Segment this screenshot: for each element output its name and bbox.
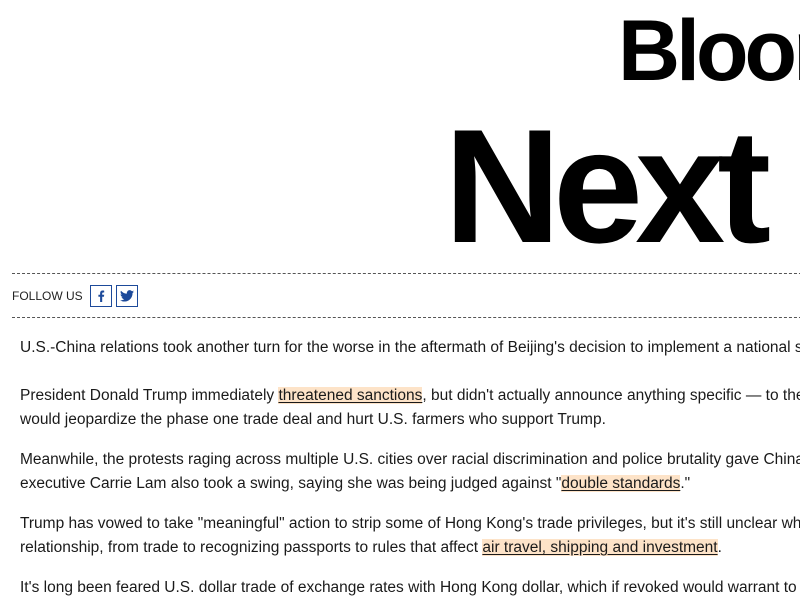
brand-logo[interactable]: Bloom [618, 8, 800, 94]
follow-us-label: FOLLOW US [12, 289, 83, 303]
facebook-button[interactable] [89, 285, 112, 307]
paragraph-2-line-2: would jeopardize the phase one trade dea… [20, 411, 606, 428]
paragraph-2: President Donald Trump immediately threa… [20, 384, 800, 432]
facebook-icon [98, 290, 104, 302]
twitter-icon [119, 290, 134, 302]
paragraph-2-text: President Donald Trump immediately [20, 387, 279, 404]
paragraph-4-line-1: Trump has vowed to take "meaningful" act… [20, 515, 800, 532]
follow-us-bar: FOLLOW US [12, 284, 142, 308]
paragraph-4-line-2: relationship, from trade to recognizing … [20, 539, 483, 556]
air-travel-shipping-investment-link[interactable]: air travel, shipping and investment [482, 539, 718, 556]
threatened-sanctions-link[interactable]: threatened sanctions [278, 387, 423, 404]
paragraph-2-text-cont: , but didn't actually announce anything … [422, 387, 800, 404]
paragraph-3-line-1: Meanwhile, the protests raging across mu… [20, 451, 800, 468]
paragraph-4-line-2-end: . [717, 539, 722, 556]
paragraph-1: U.S.-China relations took another turn f… [20, 339, 800, 356]
paragraph-3: Meanwhile, the protests raging across mu… [20, 448, 800, 496]
divider-top [12, 273, 800, 274]
paragraph-4: Trump has vowed to take "meaningful" act… [20, 512, 800, 560]
paragraph-3-line-2: executive Carrie Lam also took a swing, … [20, 475, 562, 492]
page: Bloom Next FOLLOW US U.S.-China relation… [0, 0, 800, 600]
newsletter-title: Next [444, 96, 771, 261]
divider-bottom [12, 317, 800, 318]
masthead: Bloom Next [0, 0, 800, 260]
paragraph-5: It's long been feared U.S. dollar trade … [20, 579, 800, 596]
paragraph-3-line-2-end: ." [680, 475, 691, 492]
twitter-button[interactable] [115, 285, 138, 307]
double-standards-link[interactable]: double standards [561, 475, 681, 492]
